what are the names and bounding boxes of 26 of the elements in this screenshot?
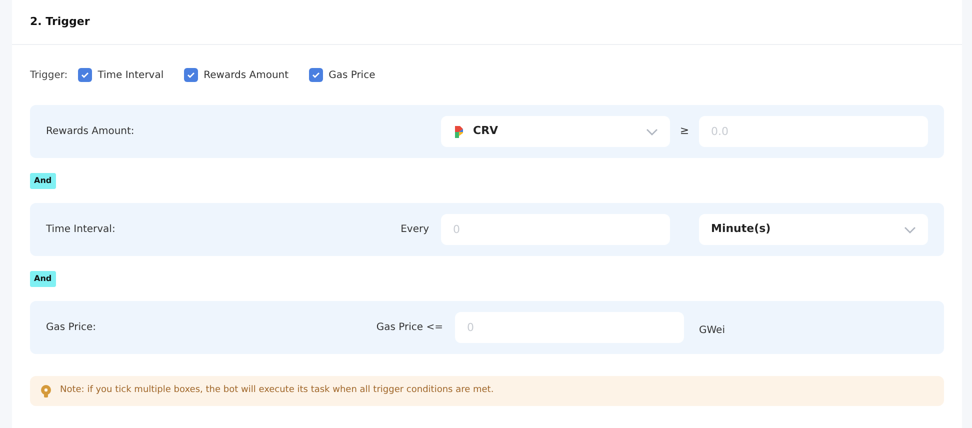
checkbox-label[interactable]: Time Interval — [98, 68, 164, 82]
condition-label: Rewards Amount: — [46, 125, 136, 139]
comparator: ≥ — [680, 123, 690, 140]
condition-label: Gas Price: — [46, 321, 98, 335]
check-icon — [186, 72, 195, 78]
checkbox-label[interactable]: Rewards Amount — [204, 68, 289, 82]
checkbox[interactable] — [78, 68, 92, 82]
chevron-down-icon — [904, 226, 916, 234]
trigger-label: Trigger: — [30, 68, 68, 82]
section-title: 2. Trigger — [30, 14, 90, 30]
select-field[interactable]: Minute(s) — [699, 214, 928, 245]
condition-prefix: Every — [400, 223, 429, 237]
chevron-down-icon — [646, 128, 658, 136]
checkbox-label[interactable]: Gas Price — [328, 68, 376, 82]
note-text: Note: if you tick multiple boxes, the bot will execute its task when all trigger conditions are met. — [60, 384, 494, 398]
check-icon — [80, 72, 89, 78]
check-icon — [312, 72, 320, 78]
and-tag: And — [30, 172, 56, 188]
condition-label: Time Interval: — [46, 223, 116, 237]
unit-label: GWei — [699, 324, 725, 336]
and-tag: And — [30, 270, 56, 286]
checkbox[interactable] — [308, 68, 323, 82]
checkbox[interactable] — [184, 68, 198, 82]
condition-prefix: Gas Price <= — [376, 321, 443, 335]
select-field[interactable]: CRV — [441, 116, 670, 147]
lightbulb-icon — [40, 384, 52, 398]
